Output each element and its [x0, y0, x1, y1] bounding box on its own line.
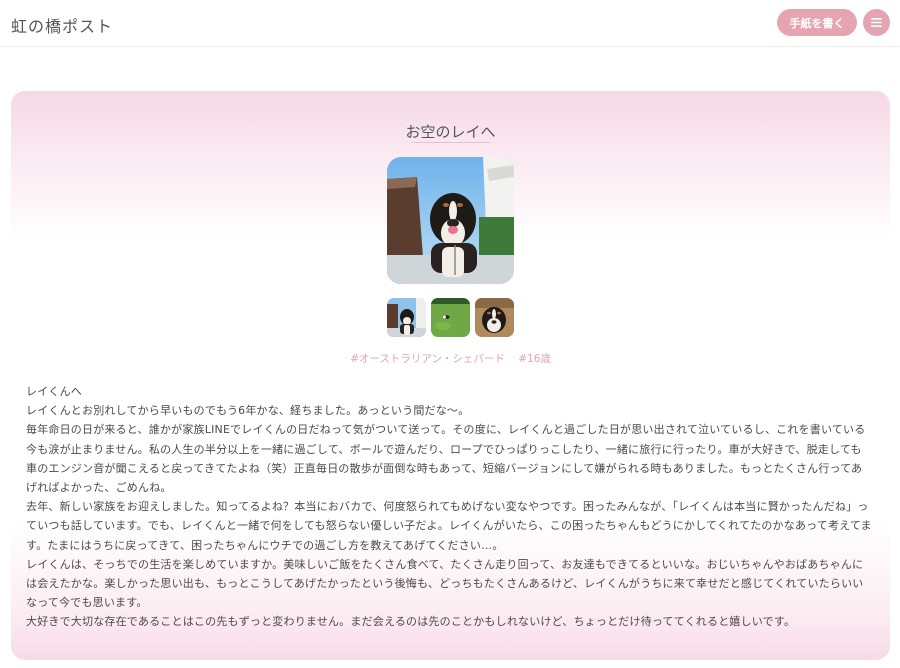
letter-paragraph: 大好きで大切な存在であることはこの先もずっと変わりません。まだ会えるのは先のこと…	[26, 615, 796, 629]
letter-paragraph: レイくんは、そっちでの生活を楽しめていますか。美味しいご飯をたくさん食べて、たく…	[26, 557, 864, 610]
letter-paragraph: 毎年命日の日が来ると、誰かが家族LINEでレイくんの日だねって気がついて送って。…	[26, 423, 866, 495]
dog-field-thumbnail-image	[431, 298, 470, 337]
letter-title: お空のレイへ	[405, 123, 496, 141]
letter-paragraph: 去年、新しい家族をお迎えしました。知ってるよね？本当におバカで、何度怒られてもめ…	[26, 500, 872, 552]
site-logo[interactable]: 虹の橋ポスト	[11, 13, 113, 37]
title-underline	[411, 142, 491, 143]
menu-button[interactable]	[863, 9, 890, 36]
hamburger-icon	[871, 18, 882, 27]
letter-tags: #オーストラリアン・シェパード #16歳	[11, 351, 890, 366]
tag-age[interactable]: #16歳	[518, 353, 551, 365]
letter-card: お空のレイへ #オーストラリアン・シェパード #16歳 レイくんへ レイくんとお…	[11, 91, 890, 660]
letter-paragraph: レイくんへ	[26, 385, 82, 398]
photo-thumbnail-1[interactable]	[387, 298, 426, 337]
dog-thumbnail-image	[387, 298, 426, 337]
photo-thumbnail-2[interactable]	[431, 298, 470, 337]
dog-closeup-thumbnail-image	[475, 298, 514, 337]
site-header: 虹の橋ポスト 手紙を書く	[0, 0, 900, 47]
photo-thumbnail-3[interactable]	[475, 298, 514, 337]
dog-photo-image	[387, 157, 514, 284]
letter-body: レイくんへ レイくんとお別れしてから早いものでもう6年かな、経ちました。あっとい…	[26, 382, 872, 632]
main-pet-photo[interactable]	[387, 157, 514, 284]
letter-paragraph: レイくんとお別れしてから早いものでもう6年かな、経ちました。あっという間だな〜。	[26, 404, 470, 418]
write-letter-button[interactable]: 手紙を書く	[777, 9, 857, 36]
tag-breed[interactable]: #オーストラリアン・シェパード	[350, 353, 505, 365]
